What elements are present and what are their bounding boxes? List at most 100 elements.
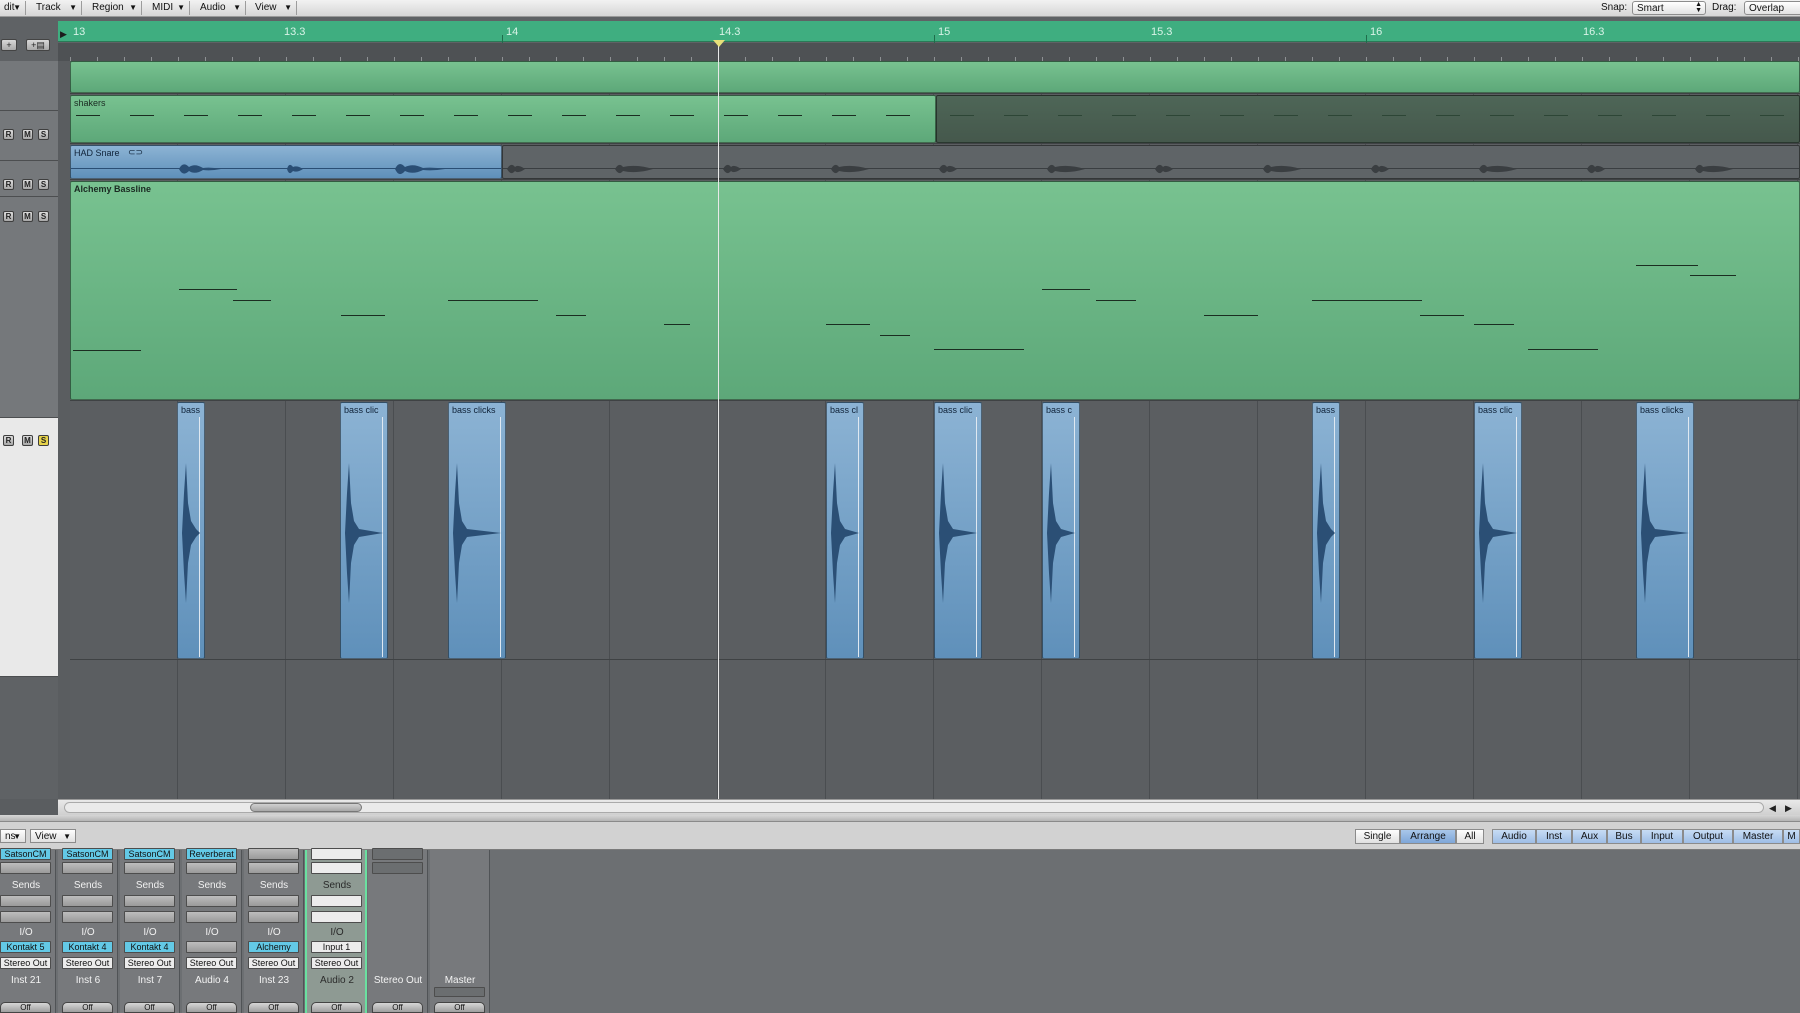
audio-region[interactable]: bass clic [934, 402, 982, 659]
arrange-button[interactable]: Arrange [1400, 829, 1456, 844]
track-header-1[interactable] [0, 61, 58, 111]
add-track-button[interactable]: + [1, 39, 17, 51]
all-button[interactable]: All [1456, 829, 1484, 844]
audio-region[interactable]: bass [1312, 402, 1340, 659]
automation-mode-button[interactable]: Off [124, 1002, 175, 1013]
audio-region[interactable]: bass [177, 402, 205, 659]
snare-loop[interactable] [502, 145, 1800, 179]
scroll-thumb[interactable] [250, 803, 362, 812]
snare-region[interactable]: HAD Snare ⊂⊃ [70, 145, 502, 179]
channel-strip-inst-23[interactable]: Sends I/O Alchemy Stereo Out Inst 23 Off [244, 848, 304, 1013]
fader-base[interactable] [434, 987, 485, 997]
input-slot[interactable] [186, 941, 237, 953]
audio-region[interactable]: bass clic [340, 402, 388, 659]
channel-strip-inst-21[interactable]: SatsonCM Sends I/O Kontakt 5 Stereo Out … [0, 848, 56, 1013]
track-menu[interactable]: Track ▼ [32, 1, 82, 15]
pane-divider[interactable] [0, 815, 1800, 822]
filter-master-button[interactable]: Master [1733, 829, 1783, 844]
cycle-bar[interactable]: ▶ 13 13.3 14 14.3 15 15.3 16 16.3 [58, 21, 1800, 46]
insert-slot[interactable]: Reverberat [186, 848, 237, 860]
send-slot[interactable] [311, 895, 362, 907]
edit-menu[interactable]: dit ▼ [0, 1, 26, 15]
record-enable-button[interactable]: R [3, 211, 14, 222]
single-button[interactable]: Single [1355, 829, 1400, 844]
track-header-snare[interactable]: R M S [0, 161, 58, 197]
output-slot[interactable]: Stereo Out [248, 957, 299, 969]
send-slot[interactable] [248, 911, 299, 923]
shakers-loop[interactable] [936, 95, 1800, 143]
send-slot[interactable] [186, 911, 237, 923]
region-menu[interactable]: Region ▼ [88, 1, 142, 15]
send-slot[interactable] [0, 895, 51, 907]
view-menu[interactable]: View ▼ [251, 1, 297, 15]
channel-strip-audio-4[interactable]: Reverberat Sends I/O Stereo Out Audio 4 … [182, 848, 242, 1013]
tracks-area[interactable]: shakers HAD Snare ⊂⊃ Alchemy Bassline ba… [70, 61, 1800, 799]
mixer-view-menu[interactable]: View ▼ [30, 829, 76, 843]
insert-slot[interactable] [372, 848, 423, 860]
insert-slot-empty[interactable] [0, 862, 51, 874]
snap-popup[interactable]: Smart ▲ ▼ [1632, 1, 1706, 15]
channel-strip-stereo-out[interactable]: Stereo Out Off [368, 848, 428, 1013]
audio-region[interactable]: bass clic [1474, 402, 1522, 659]
send-slot[interactable] [186, 895, 237, 907]
audio-region[interactable]: bass clicks [448, 402, 506, 659]
output-slot[interactable]: Stereo Out [311, 957, 362, 969]
audio-menu[interactable]: Audio ▼ [196, 1, 246, 15]
input-slot[interactable]: Kontakt 4 [124, 941, 175, 953]
automation-mode-button[interactable]: Off [0, 1002, 51, 1013]
filter-input-button[interactable]: Input [1641, 829, 1683, 844]
send-slot[interactable] [124, 911, 175, 923]
insert-slot-empty[interactable] [62, 862, 113, 874]
send-slot[interactable] [248, 895, 299, 907]
shakers-region[interactable]: shakers [70, 95, 936, 143]
track-header-bass-clicks[interactable]: R M S [0, 418, 58, 677]
solo-button[interactable]: S [38, 211, 49, 222]
input-slot[interactable]: Kontakt 4 [62, 941, 113, 953]
midi-region[interactable] [70, 61, 1800, 93]
channel-strip-audio-2[interactable]: Sends I/O Input 1 Stereo Out Audio 2 Off [305, 848, 367, 1013]
output-slot[interactable]: Stereo Out [186, 957, 237, 969]
mixer-options-menu[interactable]: ns ▼ [0, 829, 26, 843]
record-enable-button[interactable]: R [3, 129, 14, 140]
send-slot[interactable] [62, 895, 113, 907]
filter-aux-button[interactable]: Aux [1572, 829, 1607, 844]
midi-menu[interactable]: MIDI ▼ [148, 1, 190, 15]
insert-slot[interactable] [248, 848, 299, 860]
playhead-marker-icon[interactable] [713, 40, 725, 47]
send-slot[interactable] [124, 895, 175, 907]
output-slot[interactable]: Stereo Out [0, 957, 51, 969]
mute-button[interactable]: M [22, 435, 33, 446]
insert-slot-empty[interactable] [248, 862, 299, 874]
input-slot[interactable]: Kontakt 5 [0, 941, 51, 953]
filter-inst-button[interactable]: Inst [1536, 829, 1572, 844]
automation-mode-button[interactable]: Off [372, 1002, 423, 1013]
scroll-left-icon[interactable]: ◀ [1769, 803, 1776, 814]
send-slot[interactable] [0, 911, 51, 923]
input-slot[interactable]: Alchemy [248, 941, 299, 953]
track-header-shakers[interactable]: R M S [0, 111, 58, 161]
filter-midi-button[interactable]: M [1783, 829, 1800, 844]
audio-region[interactable]: bass c [1042, 402, 1080, 659]
automation-mode-button[interactable]: Off [186, 1002, 237, 1013]
output-slot[interactable]: Stereo Out [62, 957, 113, 969]
filter-bus-button[interactable]: Bus [1607, 829, 1641, 844]
record-enable-button[interactable]: R [3, 179, 14, 190]
channel-strip-master[interactable]: Master Off [430, 850, 490, 1013]
insert-slot-empty[interactable] [124, 862, 175, 874]
input-slot[interactable]: Input 1 [311, 941, 362, 953]
solo-button[interactable]: S [38, 129, 49, 140]
mute-button[interactable]: M [22, 211, 33, 222]
audio-region[interactable]: bass cl [826, 402, 864, 659]
bar-ruler[interactable]: ▶ 13 13.3 14 14.3 15 15.3 16 16.3 [58, 17, 1800, 61]
mute-button[interactable]: M [22, 179, 33, 190]
track-header-bassline[interactable]: R M S [0, 197, 58, 418]
audio-region[interactable]: bass clicks [1636, 402, 1694, 659]
automation-mode-button[interactable]: Off [311, 1002, 362, 1013]
automation-mode-button[interactable]: Off [434, 1002, 485, 1013]
channel-strip-inst-6[interactable]: SatsonCM Sends I/O Kontakt 4 Stereo Out … [58, 848, 118, 1013]
insert-slot-empty[interactable] [311, 862, 362, 874]
drag-popup[interactable]: Overlap [1744, 1, 1800, 15]
send-slot[interactable] [311, 911, 362, 923]
insert-slot[interactable]: SatsonCM [62, 848, 113, 860]
add-track-options-button[interactable]: +▤ [26, 39, 50, 51]
